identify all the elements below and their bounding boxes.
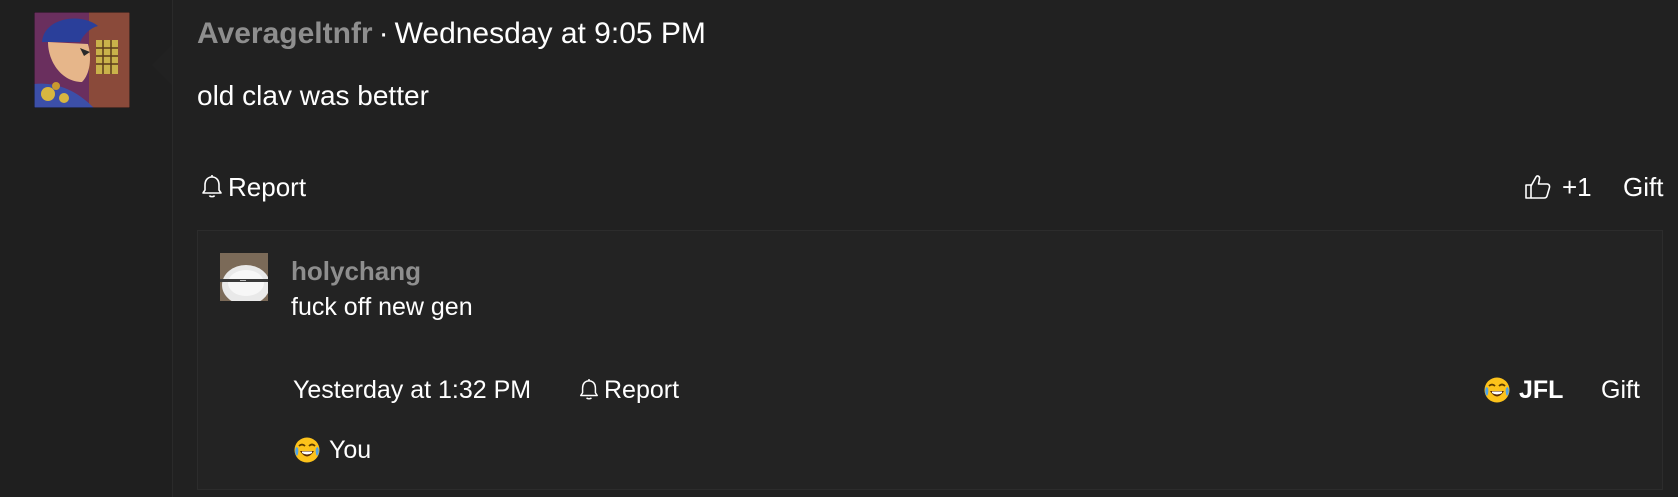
reply-author-avatar[interactable] xyxy=(220,253,268,301)
reply-reaction-label: JFL xyxy=(1519,376,1564,404)
post-pointer-arrow xyxy=(152,45,172,85)
post-timestamp[interactable]: Wednesday at 9:05 PM xyxy=(395,17,706,50)
header-separator: · xyxy=(378,17,389,50)
post-gift-label: Gift xyxy=(1623,172,1664,202)
bell-icon xyxy=(200,174,228,200)
post-author-avatar[interactable] xyxy=(34,12,130,108)
crying-laughing-emoji-icon xyxy=(1483,376,1511,404)
reply-reaction-button[interactable]: JFL xyxy=(1483,374,1563,406)
post-body: old clav was better xyxy=(197,80,429,111)
reply-timestamp[interactable]: Yesterday at 1:32 PM xyxy=(293,374,531,406)
post-report-button[interactable]: Report xyxy=(200,171,306,203)
reply-reactors[interactable]: You xyxy=(293,434,371,466)
post-report-label: Report xyxy=(228,172,307,202)
thumbs-up-icon xyxy=(1524,173,1562,201)
reply-report-button[interactable]: Report xyxy=(578,374,679,406)
bell-icon xyxy=(578,378,604,402)
post-author-name[interactable]: Averageltnfr xyxy=(197,17,373,50)
post-header: Averageltnfr · Wednesday at 9:05 PM xyxy=(197,16,706,52)
forum-thread: Averageltnfr · Wednesday at 9:05 PM old cl… xyxy=(0,0,1678,497)
reply-gift-label: Gift xyxy=(1601,376,1640,404)
post-gift-button[interactable]: Gift xyxy=(1623,171,1663,203)
reply-author-name[interactable]: holychang xyxy=(291,255,421,287)
reply-report-label: Report xyxy=(604,376,680,404)
reply-box: holychang fuck off new gen Yesterday at … xyxy=(197,230,1663,490)
reply-reactors-label: You xyxy=(329,436,372,464)
reply-gift-button[interactable]: Gift xyxy=(1601,374,1640,406)
post-like-count: +1 xyxy=(1562,172,1592,202)
post-like-button[interactable]: +1 xyxy=(1524,171,1592,203)
crying-laughing-emoji-icon xyxy=(293,436,321,464)
reply-body: fuck off new gen xyxy=(291,293,473,321)
post-user-column xyxy=(0,0,173,497)
